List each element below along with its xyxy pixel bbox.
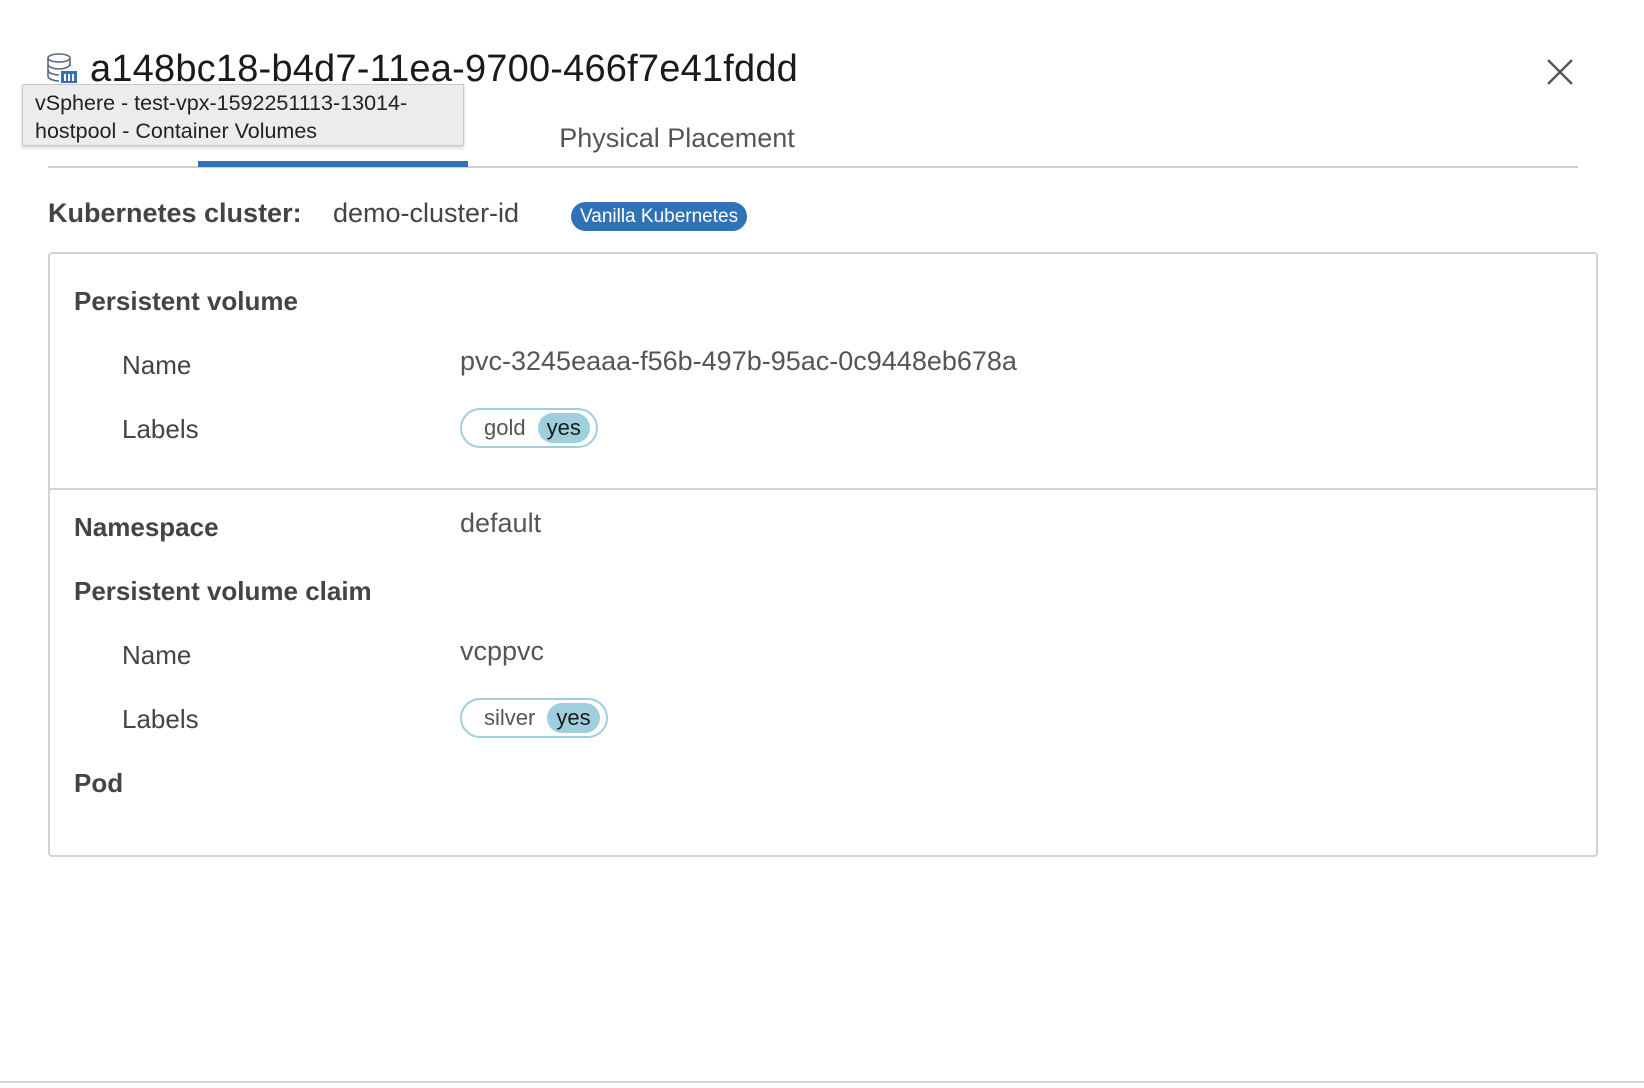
pod-label-text: Pod	[74, 768, 124, 798]
pv-labels-label: Labels	[122, 414, 199, 454]
tooltip-line-1: vSphere - test-vpx-1592251113-13014-	[35, 91, 408, 115]
pv-name-label-text: Name	[122, 350, 192, 380]
volume-details-card: Persistent volume Name pvc-3245eaaa-f56b…	[48, 252, 1598, 857]
pv-label-key: gold	[484, 415, 526, 440]
kubernetes-cluster-label: Kubernetes cluster:	[48, 198, 302, 228]
footer-divider	[0, 1081, 1644, 1083]
pvc-name-label: Name	[122, 640, 191, 680]
namespace-label-text: Namespace	[74, 512, 219, 542]
database-volume-icon	[46, 52, 80, 86]
pvc-name-value: vcppvc	[460, 636, 545, 666]
pv-name-label: Name	[122, 350, 191, 390]
pv-name-value: pvc-3245eaaa-f56b-497b-95ac-0c9448eb678a	[460, 346, 1017, 376]
tooltip: vSphere - test-vpx-1592251113-13014- hos…	[22, 84, 464, 146]
pvc-labels-label-text: Labels	[122, 704, 199, 734]
pvc-label-pill: silver yes	[460, 698, 608, 738]
pvc-heading-text: Persistent volume claim	[74, 576, 372, 606]
pvc-labels-label: Labels	[122, 704, 199, 744]
cluster-flavor-badge: Vanilla Kubernetes	[571, 202, 748, 231]
pod-label: Pod	[74, 768, 123, 808]
namespace-value: default	[460, 508, 542, 538]
persistent-volume-heading: Persistent volume	[74, 286, 298, 326]
pvc-name-label-text: Name	[122, 640, 192, 670]
section-divider	[50, 488, 1596, 490]
kubernetes-cluster-value: demo-cluster-id	[333, 198, 520, 228]
tab-physical-placement[interactable]: Physical Placement	[527, 110, 827, 166]
pv-label-value: yes	[537, 413, 590, 443]
pvc-label-value: yes	[547, 703, 600, 733]
pvc-label-key: silver	[484, 705, 536, 730]
pv-labels-label-text: Labels	[122, 414, 199, 444]
close-icon[interactable]	[1542, 54, 1578, 90]
pv-label-pill: gold yes	[460, 408, 598, 448]
pvc-heading: Persistent volume claim	[74, 576, 372, 616]
persistent-volume-heading-text: Persistent volume	[74, 286, 298, 316]
tooltip-line-2: hostpool - Container Volumes	[35, 119, 318, 143]
namespace-label: Namespace	[74, 512, 219, 552]
